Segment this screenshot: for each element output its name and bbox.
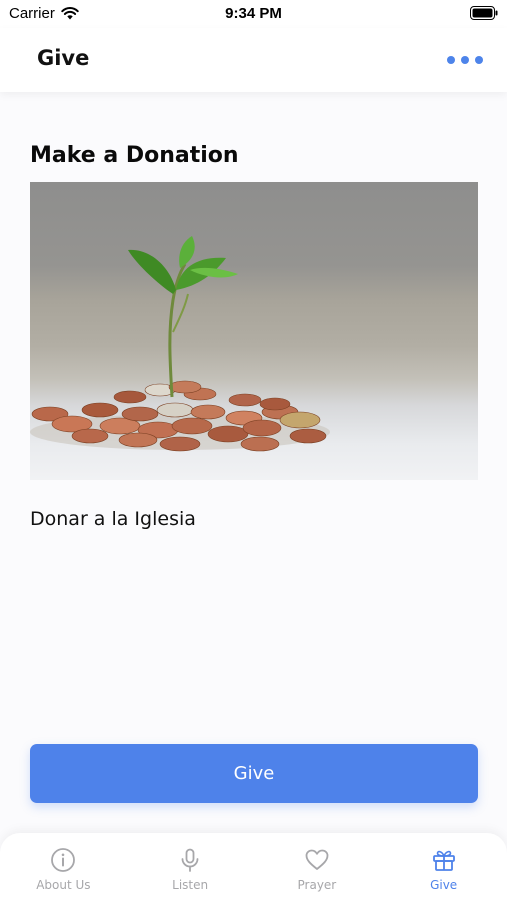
tab-label: Listen — [172, 878, 209, 892]
ellipsis-icon — [447, 56, 455, 64]
tab-bar: About Us Listen Prayer Give — [0, 833, 507, 900]
tab-label: About Us — [36, 878, 91, 892]
tab-about-us[interactable]: About Us — [0, 833, 127, 900]
coins-sprout-illustration — [30, 236, 330, 452]
ellipsis-icon — [461, 56, 469, 64]
tab-prayer[interactable]: Prayer — [254, 833, 381, 900]
status-right — [470, 6, 498, 24]
header: Give — [0, 28, 507, 92]
more-options-button[interactable] — [447, 50, 483, 70]
status-bar: Carrier 9:34 PM — [0, 0, 507, 28]
microphone-icon — [181, 848, 199, 872]
ellipsis-icon — [475, 56, 483, 64]
donation-image — [30, 182, 478, 480]
tab-give[interactable]: Give — [380, 833, 507, 900]
battery-icon — [470, 6, 498, 20]
give-button[interactable]: Give — [30, 744, 478, 803]
info-icon — [51, 848, 76, 872]
tab-label: Prayer — [297, 878, 337, 892]
heart-icon — [305, 849, 329, 870]
tab-listen[interactable]: Listen — [127, 833, 254, 900]
section-title: Make a Donation — [30, 143, 239, 168]
tab-label: Give — [430, 878, 458, 892]
page-title: Give — [37, 46, 90, 70]
status-time: 9:34 PM — [225, 5, 282, 22]
donation-caption: Donar a la Iglesia — [30, 508, 196, 530]
gift-icon — [432, 850, 455, 871]
